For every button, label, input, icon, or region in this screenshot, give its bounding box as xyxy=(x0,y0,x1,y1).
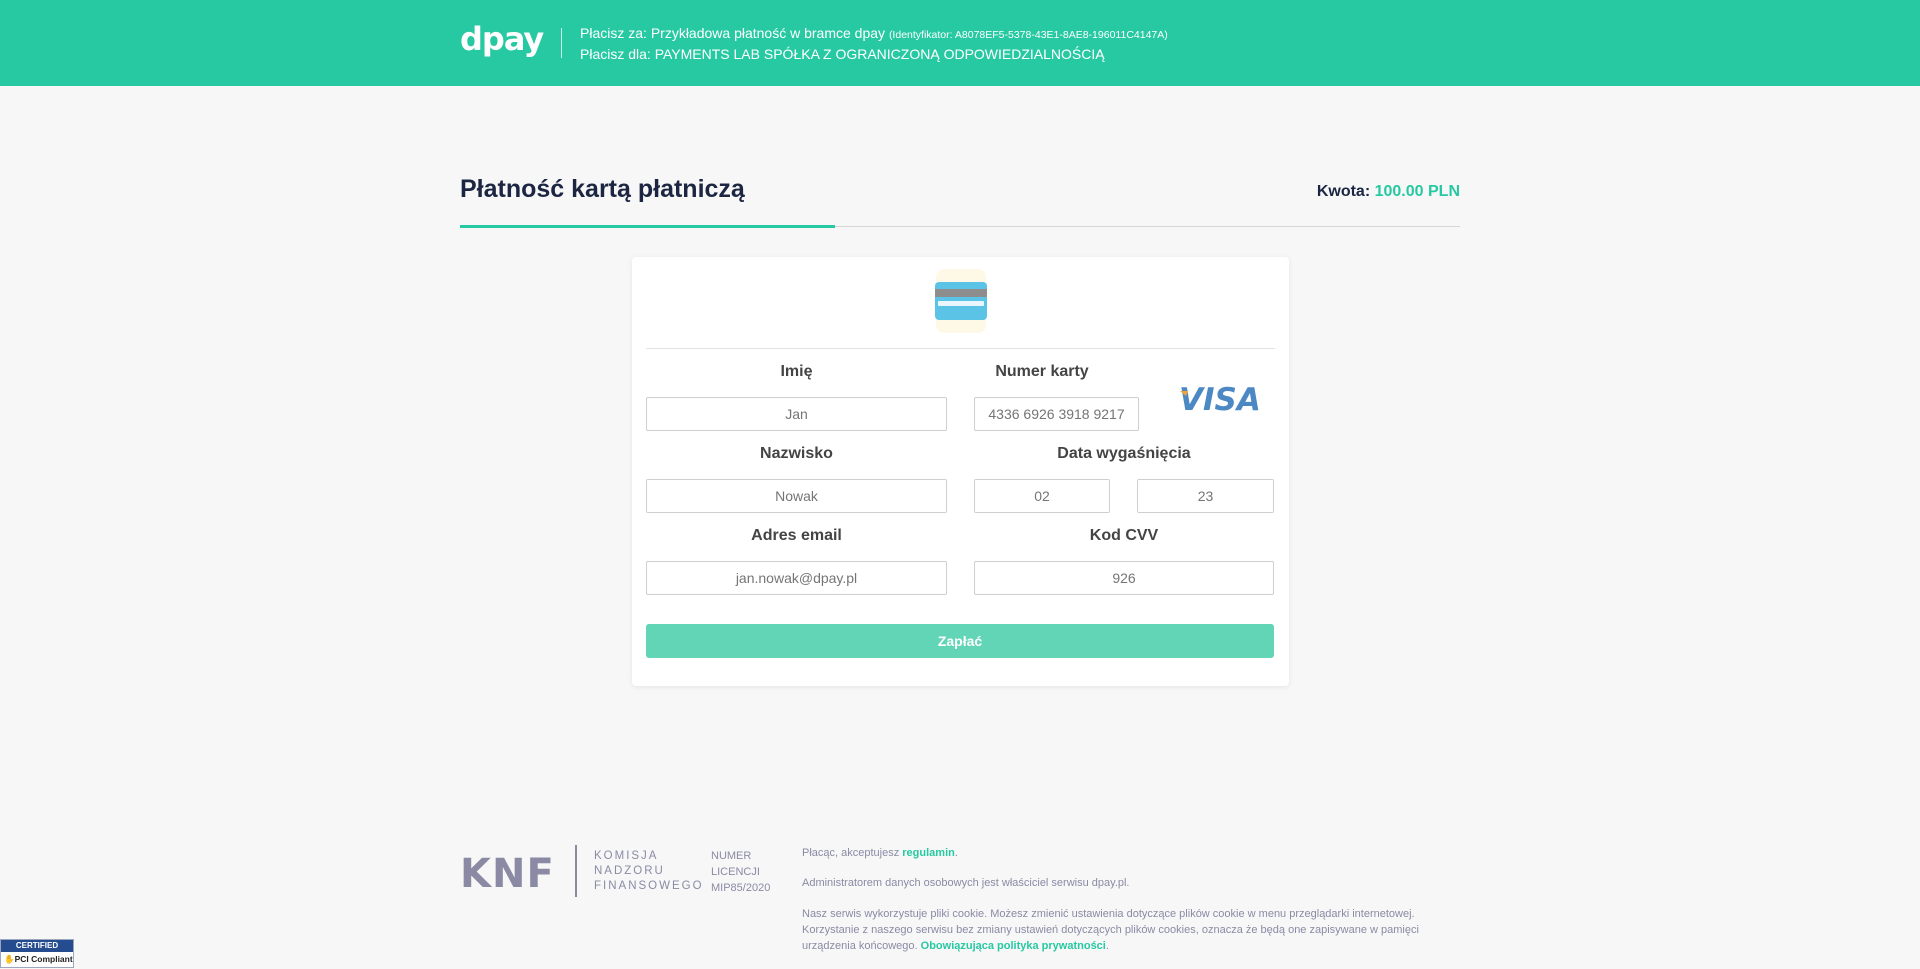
amount-label: Kwota: xyxy=(1316,183,1371,200)
knf-name-line-2: NADZORU xyxy=(594,865,665,877)
payment-title: Przykładowa płatność w bramce dpay xyxy=(650,25,886,41)
privacy-policy-link[interactable]: Obowiązująca polityka prywatności xyxy=(921,940,1106,952)
pci-badge-text: PCI Compliant xyxy=(14,954,73,964)
pci-badge-bottom: ✋PCI Compliant xyxy=(1,952,73,967)
cvv-input[interactable] xyxy=(974,561,1274,595)
thumbs-up-icon: ✋ xyxy=(4,954,15,964)
knf-name-line-3: FINANSOWEGO xyxy=(594,880,704,892)
last-name-input[interactable] xyxy=(646,479,947,513)
payment-recipient: Płacisz dla: PAYMENTS LAB SPÓŁKA Z OGRAN… xyxy=(580,46,1105,62)
payment-prefix: Płacisz za: xyxy=(580,25,651,41)
email-input[interactable] xyxy=(646,561,947,595)
payment-identifier: (Identyfikator: A8078EF5-5378-43E1-8AE8-… xyxy=(888,29,1168,41)
pci-certified-badge[interactable]: CERTIFIED ✋PCI Compliant xyxy=(0,939,74,968)
amount-value: 100.00 PLN xyxy=(1374,183,1460,200)
card-number-input[interactable] xyxy=(974,397,1139,431)
license-line-3: MIP85/2020 xyxy=(711,882,771,894)
dpay-logo[interactable]: dpay xyxy=(460,20,544,58)
knf-logo: KNF xyxy=(460,851,555,897)
card-brand-text: VISA xyxy=(1179,382,1260,416)
cookies-notice: Nasz serwis wykorzystuje pliki cookie. M… xyxy=(802,906,1422,954)
license-line-1: NUMER xyxy=(711,850,752,862)
privacy-suffix: . xyxy=(1105,940,1109,952)
card-divider xyxy=(646,348,1275,349)
first-name-input[interactable] xyxy=(646,397,947,431)
cvv-label: Kod CVV xyxy=(1089,527,1159,544)
expiry-year-input[interactable] xyxy=(1137,479,1274,513)
first-name-label: Imię xyxy=(780,363,813,380)
top-header-bar: dpay Płacisz za: Przykładowa płatność w … xyxy=(0,0,1920,86)
credit-card-icon xyxy=(932,269,990,333)
terms-prefix: Płacąc, akceptujesz xyxy=(802,847,903,859)
cookies-text: Nasz serwis wykorzystuje pliki cookie. M… xyxy=(802,908,1419,952)
knf-divider xyxy=(575,845,577,897)
amount-display: Kwota: 100.00 PLN xyxy=(1317,183,1460,201)
card-number-label: Numer karty xyxy=(995,363,1089,380)
pci-badge-top: CERTIFIED xyxy=(1,940,73,952)
header-divider xyxy=(561,28,562,58)
terms-notice: Płacąc, akceptujesz regulamin. xyxy=(802,845,1422,861)
expiry-month-input[interactable] xyxy=(974,479,1110,513)
payment-description: Płacisz za: Przykładowa płatność w bramc… xyxy=(580,25,1168,41)
terms-link[interactable]: regulamin xyxy=(902,847,955,859)
page-title: Płatność kartą płatniczą xyxy=(460,175,745,203)
knf-name-line-1: KOMISJA xyxy=(594,850,659,862)
expiry-date-label: Data wygaśnięcia xyxy=(1057,445,1191,462)
payment-form-card: Imię Numer karty VISA Nazwisko Data wyga… xyxy=(632,257,1289,686)
pay-button[interactable]: Zapłać xyxy=(646,624,1274,658)
visa-logo-icon: VISA xyxy=(1178,382,1261,421)
title-accent-underline xyxy=(460,225,835,228)
data-admin-notice: Administratorem danych osobowych jest wł… xyxy=(802,877,1130,889)
terms-suffix: . xyxy=(954,847,958,859)
knf-full-name: KOMISJA NADZORU FINANSOWEGO xyxy=(594,849,714,894)
license-line-2: LICENCJI xyxy=(711,866,760,878)
email-label: Adres email xyxy=(751,527,842,544)
license-number: NUMER LICENCJI MIP85/2020 xyxy=(711,848,786,896)
last-name-label: Nazwisko xyxy=(760,445,833,462)
